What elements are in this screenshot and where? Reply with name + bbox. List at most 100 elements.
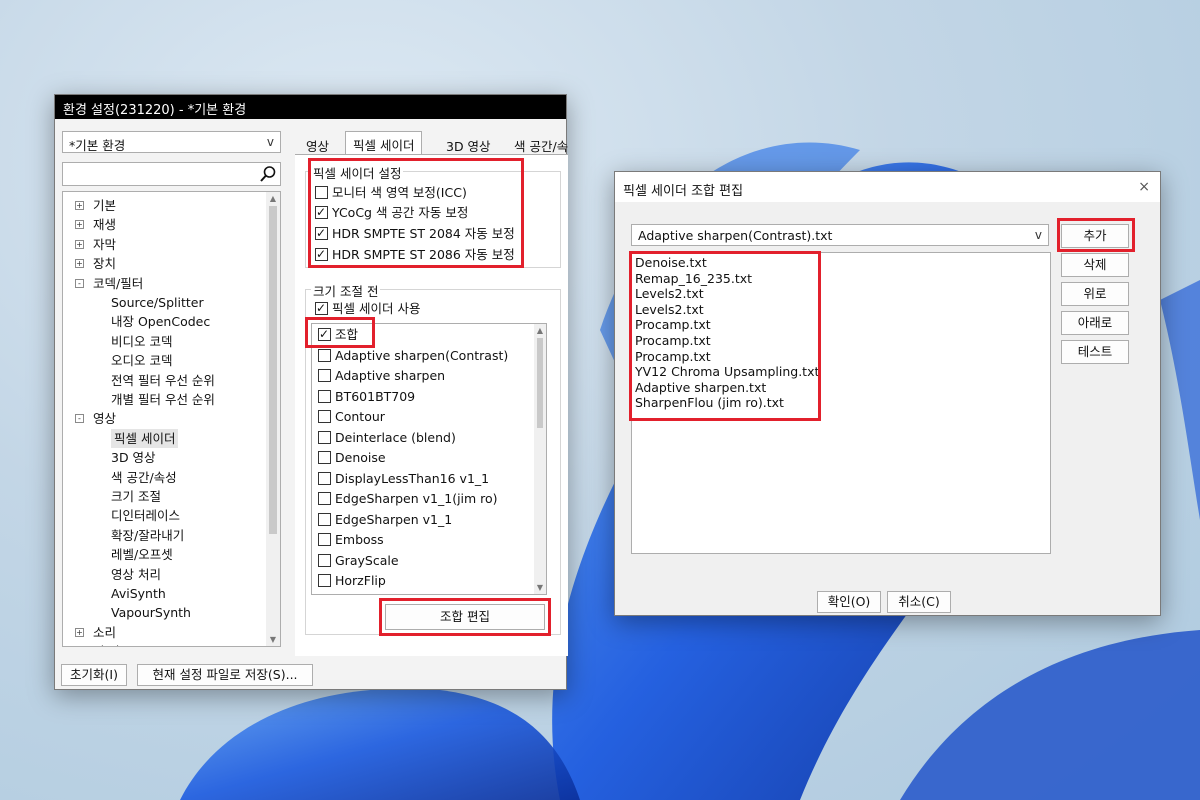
checkbox[interactable] [318,492,331,505]
checkbox[interactable] [318,533,331,546]
close-icon[interactable]: × [1138,179,1150,195]
shader-list-item[interactable]: Adaptive sharpen [318,366,445,386]
shader-list-item[interactable]: Denoise [318,448,386,468]
icc-correction-option[interactable]: 모니터 색 영역 보정(ICC) [315,183,467,203]
tab-video[interactable]: 영상 [299,133,336,155]
shader-label: Denoise [335,450,386,465]
profile-select[interactable]: *기본 환경 v [62,131,281,153]
shader-list-item[interactable]: 조합 [318,324,359,345]
shader-list-item[interactable]: EdgeSharpen v1_1 [318,510,452,530]
tab-3d-video[interactable]: 3D 영상 [439,133,498,155]
reset-button[interactable]: 초기화(I) [61,664,127,686]
combination-list-item[interactable]: Levels2.txt [635,302,704,318]
tree-scrollbar[interactable]: ▲ ▼ [266,192,280,646]
add-button[interactable]: 추가 [1061,224,1129,248]
settings-title: 환경 설정(231220) - *기본 환경 [55,95,566,119]
search-input[interactable] [62,162,281,186]
edit-combination-button[interactable]: 조합 편집 [385,604,545,630]
settings-tree: + 기본 + 재생 + 자막 + 장치 - 코덱/필터 Source/Splitter 내장 Open… [62,191,281,647]
checkbox[interactable] [318,389,331,403]
shader-list-item[interactable]: GrayScale [318,551,399,571]
expand-icon[interactable]: + [75,220,84,230]
expand-icon[interactable]: + [75,259,84,269]
tree-item-label: 자막 [93,236,117,252]
checkbox[interactable] [318,348,331,362]
combination-list-item[interactable]: Procamp.txt [635,317,711,333]
combination-list-item[interactable]: Adaptive sharpen.txt [635,380,766,396]
option-label: YCoCg 색 공간 자동 보정 [332,205,469,220]
scroll-up-icon[interactable]: ▲ [266,194,280,203]
shader-file-select[interactable]: Adaptive sharpen(Contrast).txt v [631,224,1049,246]
shader-label: HorzFlip [335,573,386,588]
shader-list-item[interactable]: Deinterlace (blend) [318,428,456,448]
checkbox[interactable] [315,223,328,243]
scroll-down-icon[interactable]: ▼ [266,635,280,644]
checkbox[interactable] [318,553,331,567]
shader-list-item[interactable]: Contour [318,407,385,427]
checkbox[interactable] [318,471,331,485]
checkbox[interactable] [318,512,331,526]
combination-list-item[interactable]: SharpenFlou (jim ro).txt [635,395,784,411]
shader-scroll-thumb[interactable] [537,338,543,428]
shader-label: Emboss [335,532,384,547]
expand-icon[interactable]: + [75,239,84,249]
combination-list-item[interactable]: Denoise.txt [635,255,707,271]
checkbox[interactable] [315,298,328,318]
checkbox[interactable] [318,369,331,382]
combination-list-item[interactable]: Procamp.txt [635,349,711,365]
move-down-button[interactable]: 아래로 [1061,311,1129,335]
checkbox[interactable] [315,202,328,222]
collapse-icon[interactable]: - [75,414,84,424]
hdr-2086-option[interactable]: HDR SMPTE ST 2086 자동 보정 [315,244,515,265]
checkbox[interactable] [318,324,331,344]
profile-select-value: *기본 환경 [69,138,126,153]
search-icon[interactable] [259,165,277,183]
tree-scroll-thumb[interactable] [269,206,277,534]
combination-list-item[interactable]: Levels2.txt [635,286,704,302]
shader-list-item[interactable]: Invert [318,592,372,596]
tree-item-label: 영상 [93,411,117,427]
checkbox[interactable] [318,430,331,444]
save-settings-button[interactable]: 현재 설정 파일로 저장(S)... [137,664,313,686]
test-button[interactable]: 테스트 [1061,340,1129,364]
shader-list-item[interactable]: BT601BT709 [318,387,415,407]
move-up-button[interactable]: 위로 [1061,282,1129,306]
combination-list-item[interactable]: YV12 Chroma Upsampling.txt [635,364,819,380]
ycocg-correction-option[interactable]: YCoCg 색 공간 자동 보정 [315,202,469,223]
scroll-down-icon[interactable]: ▼ [534,583,546,592]
shader-list: 조합 Adaptive sharpen(Contrast) Adaptive sha… [311,323,547,595]
shader-list-item[interactable]: EdgeSharpen v1_1(jim ro) [318,489,498,509]
checkbox[interactable] [318,410,331,423]
shader-list-item[interactable]: Emboss [318,530,384,550]
checkbox[interactable] [318,595,331,596]
combination-list-item[interactable]: Procamp.txt [635,333,711,349]
shader-label: Adaptive sharpen(Contrast) [335,347,509,363]
dialog-body: Adaptive sharpen(Contrast).txt v Denoise… [615,202,1160,615]
ok-button[interactable]: 확인(O) [817,591,881,613]
pixel-shader-settings-title: 픽셀 세이더 설정 [311,163,404,182]
cancel-button[interactable]: 취소(C) [887,591,951,613]
delete-button[interactable]: 삭제 [1061,253,1129,277]
use-pixel-shader-option[interactable]: 픽셀 세이더 사용 [315,298,420,319]
shader-label: Adaptive sharpen [335,368,446,383]
checkbox[interactable] [315,186,328,199]
tab-pixel-shader[interactable]: 픽셀 세이더 [345,131,423,155]
pixel-shader-panel: 픽셀 세이더 설정 모니터 색 영역 보정(ICC) YCoCg 색 공간 자동… [295,154,568,656]
combination-list-item[interactable]: Remap_16_235.txt [635,271,752,287]
scroll-up-icon[interactable]: ▲ [534,326,546,335]
collapse-icon[interactable]: - [75,278,84,288]
combination-editor-title: 픽셀 세이더 조합 편집 [615,172,1160,202]
checkbox[interactable] [318,451,331,464]
shader-list-item[interactable]: HorzFlip [318,571,386,591]
shader-label: 조합 [335,327,359,342]
shader-list-item[interactable]: DisplayLessThan16 v1_1 [318,469,489,489]
checkbox[interactable] [318,574,331,587]
shader-list-item[interactable]: Adaptive sharpen(Contrast) [318,346,508,366]
hdr-2084-option[interactable]: HDR SMPTE ST 2084 자동 보정 [315,223,515,244]
expand-icon[interactable]: + [75,627,84,637]
tree-item-label: 기본 [93,198,117,213]
expand-icon[interactable]: + [75,201,84,210]
tab-color-space[interactable]: 색 공간/속성 [507,133,568,155]
shader-list-scrollbar[interactable]: ▲ ▼ [534,324,546,594]
checkbox[interactable] [315,244,328,264]
